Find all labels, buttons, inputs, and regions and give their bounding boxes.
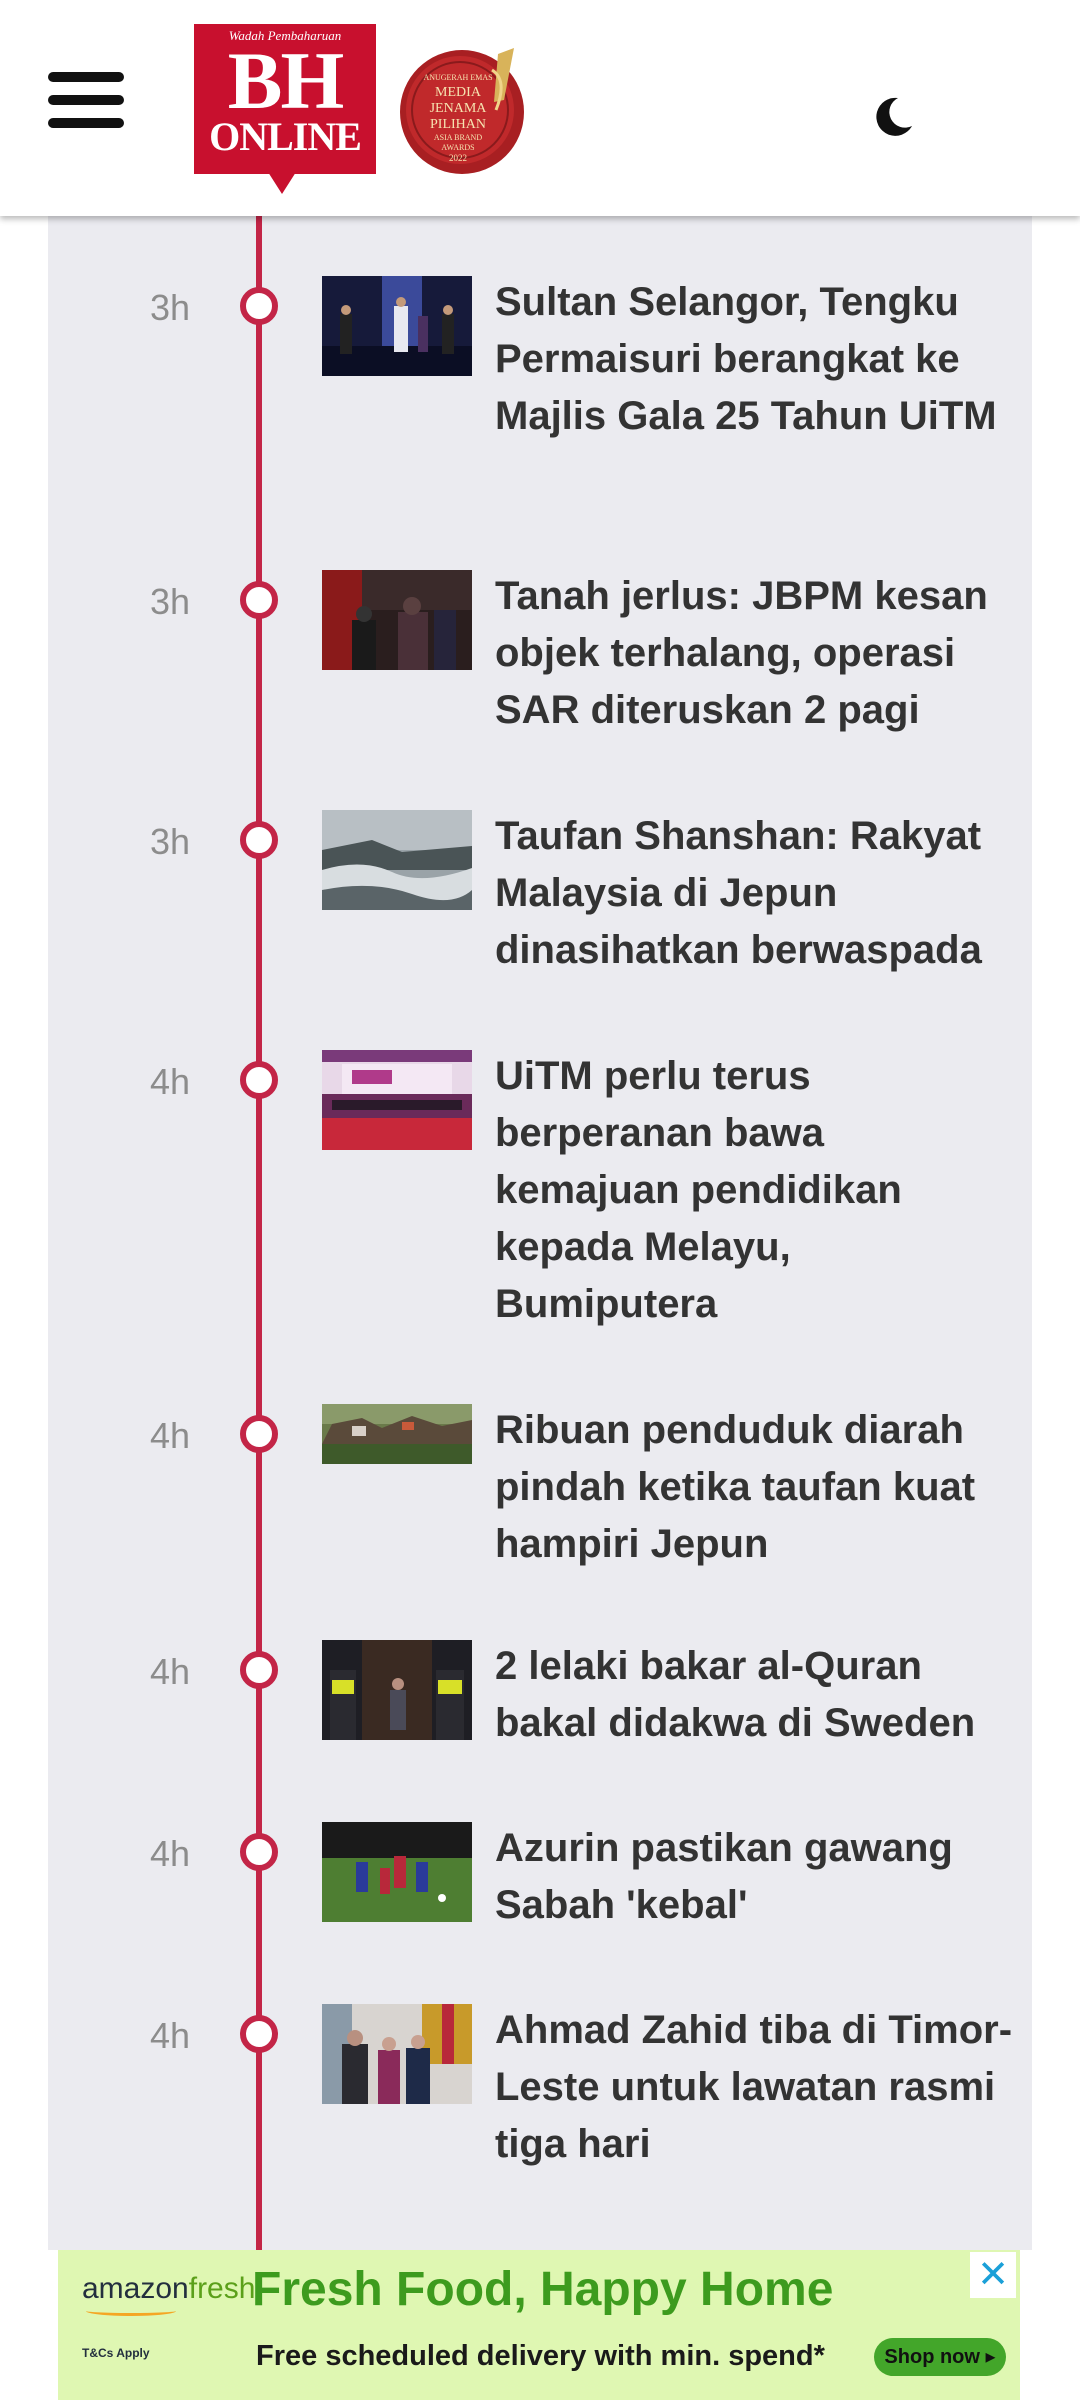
hamburger-menu-icon[interactable] [48, 72, 124, 128]
ad-headline: Fresh Food, Happy Home [252, 2263, 834, 2316]
award-line-4: PILIHAN [430, 117, 486, 132]
feed-item-title[interactable]: Ribuan penduduk diarah pindah ketika tau… [495, 1402, 1015, 1573]
ad-shop-now-button[interactable]: Shop now ▸ [874, 2338, 1006, 2376]
logo-box: Wadah Pembaharuan BH ONLINE [194, 24, 376, 174]
timeline-dot [240, 1651, 278, 1689]
award-line-5: ASIA BRAND [434, 133, 482, 142]
feed-item-title[interactable]: Ahmad Zahid tiba di Timor-Leste untuk la… [495, 2002, 1015, 2173]
feed-item-title[interactable]: 2 lelaki bakar al-Quran bakal didakwa di… [495, 1638, 1015, 1752]
feed-item-thumbnail[interactable] [322, 1640, 472, 1740]
award-line-6: AWARDS [441, 143, 474, 152]
timeline-dot [240, 1061, 278, 1099]
award-seal-icon: ANUGERAH EMAS MEDIA JENAMA PILIHAN ASIA … [396, 40, 536, 180]
ad-smile-icon [86, 2306, 176, 2316]
feed-item-title[interactable]: Sultan Selangor, Tengku Permaisuri beran… [495, 274, 1015, 445]
feed-item-time: 4h [149, 1415, 191, 1456]
feed-item-time: 3h [149, 581, 191, 622]
timeline-dot [240, 2015, 278, 2053]
moon-icon[interactable] [868, 92, 918, 142]
feed-item-thumbnail[interactable] [322, 570, 472, 670]
feed-item-thumbnail[interactable] [322, 2004, 472, 2104]
ad-brand-suffix: fresh [188, 2272, 256, 2305]
logo-sub-text: ONLINE [209, 114, 362, 159]
timeline-dot [240, 581, 278, 619]
feed-item-time: 4h [149, 2015, 191, 2056]
feed-item-time: 3h [149, 821, 191, 862]
feed-item-thumbnail[interactable] [322, 810, 472, 910]
ad-brand-logo: amazonfresh [82, 2272, 255, 2306]
award-line-2: MEDIA [435, 85, 482, 100]
feed-item-thumbnail[interactable] [322, 1404, 472, 1464]
timeline-dot [240, 1833, 278, 1871]
logo-main-text: BH [227, 35, 344, 126]
ad-close-icon[interactable]: ✕ [970, 2252, 1016, 2298]
logo-pointer [268, 172, 296, 194]
feed-item-time: 4h [149, 1651, 191, 1692]
award-line-3: JENAMA [430, 101, 488, 116]
ad-banner[interactable]: amazonfresh T&Cs Apply Fresh Food, Happy… [58, 2250, 1020, 2400]
feed-item-time: 3h [149, 287, 191, 328]
top-header: Wadah Pembaharuan BH ONLINE ANUGERAH EMA… [0, 0, 1080, 216]
ad-fine-print: T&Cs Apply [82, 2346, 150, 2360]
award-line-7: 2022 [449, 153, 467, 163]
feed-item-thumbnail[interactable] [322, 1050, 472, 1150]
feed-item-title[interactable]: UiTM perlu terus berperanan bawa kemajua… [495, 1048, 1015, 1333]
page: Wadah Pembaharuan BH ONLINE ANUGERAH EMA… [0, 0, 1080, 2400]
feed-item-title[interactable]: Taufan Shanshan: Rakyat Malaysia di Jepu… [495, 808, 1015, 979]
feed-item-thumbnail[interactable] [322, 276, 472, 376]
ad-brand-prefix: amazon [82, 2272, 189, 2305]
feed-item-title[interactable]: Azurin pastikan gawang Sabah 'kebal' [495, 1820, 1015, 1934]
timeline-line [256, 216, 262, 2250]
feed-item-thumbnail[interactable] [322, 1822, 472, 1922]
timeline-dot [240, 821, 278, 859]
timeline-dot [240, 1415, 278, 1453]
ad-subline: Free scheduled delivery with min. spend* [256, 2340, 825, 2372]
bh-online-logo[interactable]: Wadah Pembaharuan BH ONLINE [194, 24, 376, 194]
timeline-dot [240, 287, 278, 325]
feed-item-time: 4h [149, 1833, 191, 1874]
feed-item-time: 4h [149, 1061, 191, 1102]
award-line-1: ANUGERAH EMAS [423, 73, 492, 82]
feed-item-title[interactable]: Tanah jerlus: JBPM kesan objek terhalang… [495, 568, 1015, 739]
